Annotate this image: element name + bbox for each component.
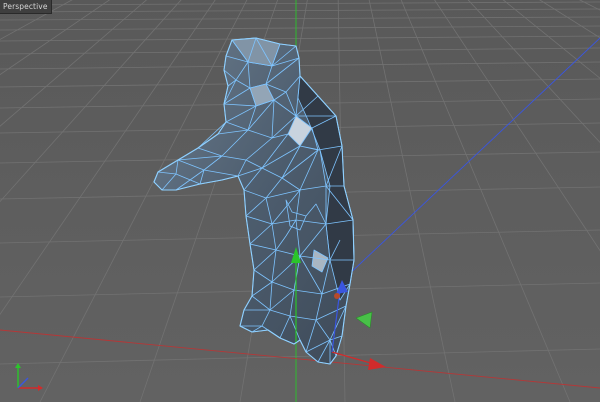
viewport-scene[interactable] [0,0,600,402]
viewport-view-label[interactable]: Perspective [0,0,52,14]
orientation-axes-icon [15,363,43,391]
3d-viewport[interactable]: Perspective [0,0,600,402]
gizmo-rotate-handle[interactable] [334,293,340,299]
